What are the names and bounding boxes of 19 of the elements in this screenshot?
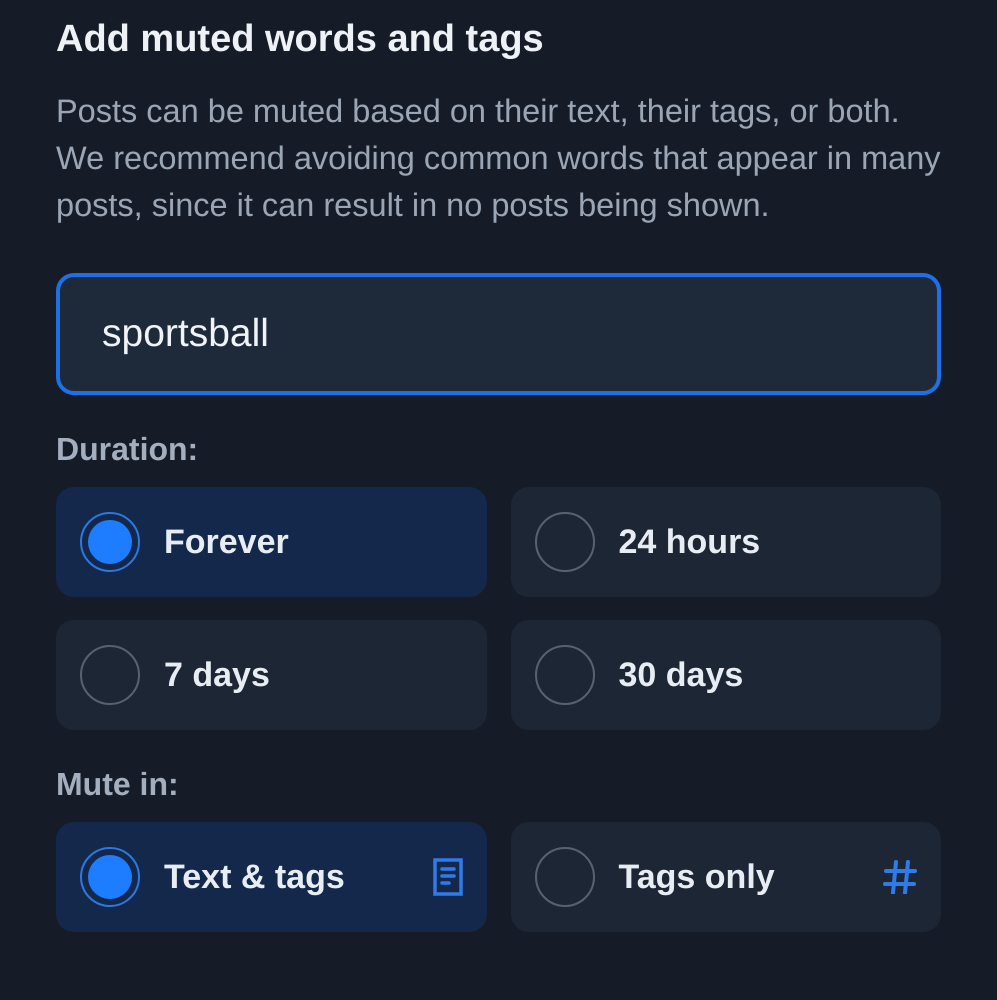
duration-label: Duration: xyxy=(56,430,200,469)
document-icon xyxy=(432,858,462,896)
radio-button[interactable] xyxy=(80,512,140,572)
description: Posts can be muted based on their text, their tags, or both. We recommend avoiding common words that appear in many posts, since it can result in no posts being shown. xyxy=(56,92,941,225)
duration-option[interactable]: 30 days xyxy=(510,620,941,730)
radio-button[interactable] xyxy=(534,512,594,572)
radio-button[interactable] xyxy=(534,847,594,907)
hash-icon xyxy=(883,860,917,894)
mute-option[interactable]: Tags only xyxy=(510,822,941,932)
radio-button[interactable] xyxy=(80,847,140,907)
dialog-title: Add muted words and tags xyxy=(56,17,545,62)
duration-option[interactable]: 7 days xyxy=(56,620,486,730)
duration-option[interactable]: 24 hours xyxy=(510,487,941,597)
radio-button[interactable] xyxy=(80,645,140,705)
mute-option[interactable]: Text & tags xyxy=(56,822,486,932)
radio-button[interactable] xyxy=(534,645,594,705)
word-input[interactable]: sportsball xyxy=(56,273,941,395)
mute-in-label: Mute in: xyxy=(56,765,180,804)
duration-option[interactable]: Forever xyxy=(56,487,486,597)
